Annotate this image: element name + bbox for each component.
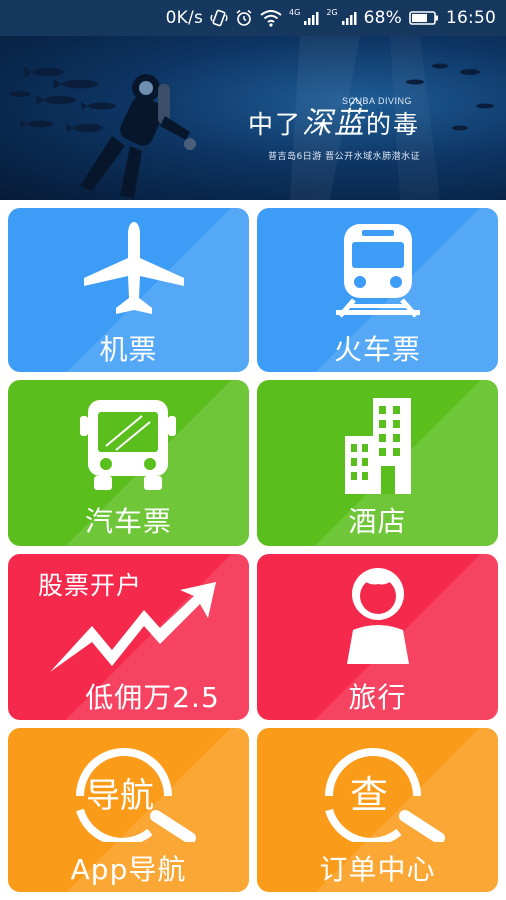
status-bar: 0K/s 4G 2G 68% 16:50	[0, 0, 506, 36]
train-label: 火车票	[333, 333, 421, 366]
order-center-label: 订单中心	[319, 853, 436, 886]
banner-subtitle-en: SCUBA DIVING	[342, 96, 413, 106]
bus-icon	[80, 400, 176, 490]
airplane-icon	[84, 222, 184, 314]
order-center-icon-text: 查	[349, 773, 388, 817]
app-navigation-icon-text: 导航	[86, 776, 154, 816]
order-center-tile[interactable]: 查 订单中心	[257, 728, 498, 892]
promo-banner[interactable]: 中了深蓝的毒 SCUBA DIVING 普吉岛6日游 晋公开水域水肺潜水证	[0, 36, 506, 200]
network-speed: 0K/s	[165, 8, 204, 28]
flight-label: 机票	[99, 333, 158, 366]
clock: 16:50	[446, 8, 496, 28]
app-navigation-label: App导航	[70, 853, 187, 886]
wifi-icon	[260, 9, 282, 27]
stock-account-tile[interactable]: 股票开户 低佣万2.5	[8, 554, 249, 720]
alarm-icon	[235, 9, 253, 27]
train-icon	[336, 224, 420, 318]
travel-label: 旅行	[348, 681, 407, 714]
stock-commission-label: 低佣万2.5	[85, 681, 220, 714]
service-grid: 机票 火车票 汽车票 酒店 股票开户 低佣万2.5 旅行 导航 App导航 查 …	[0, 200, 506, 900]
hotel-tile[interactable]: 酒店	[257, 380, 498, 546]
battery-icon	[409, 10, 439, 26]
banner-title-prefix: 中了	[248, 110, 303, 139]
signal-icon	[303, 10, 319, 26]
banner-title-highlight: 深蓝	[302, 106, 367, 141]
rising-trend-icon	[50, 582, 216, 672]
bus-tile[interactable]: 汽车票	[8, 380, 249, 546]
flight-tile[interactable]: 机票	[8, 208, 249, 372]
network-type-b: 2G	[326, 7, 338, 17]
banner-caption: 普吉岛6日游 晋公开水域水肺潜水证	[268, 152, 421, 162]
signal-icon	[341, 10, 357, 26]
banner-title-suffix: 的毒	[366, 110, 421, 139]
travel-tile[interactable]: 旅行	[257, 554, 498, 720]
building-icon	[345, 398, 411, 494]
network-type-a: 4G	[289, 7, 301, 17]
bus-label: 汽车票	[84, 505, 172, 538]
person-icon	[347, 568, 409, 664]
hotel-label: 酒店	[348, 505, 407, 538]
app-navigation-tile[interactable]: 导航 App导航	[8, 728, 249, 892]
train-tile[interactable]: 火车票	[257, 208, 498, 372]
vibrate-icon	[210, 9, 228, 27]
battery-percent: 68%	[363, 8, 402, 28]
